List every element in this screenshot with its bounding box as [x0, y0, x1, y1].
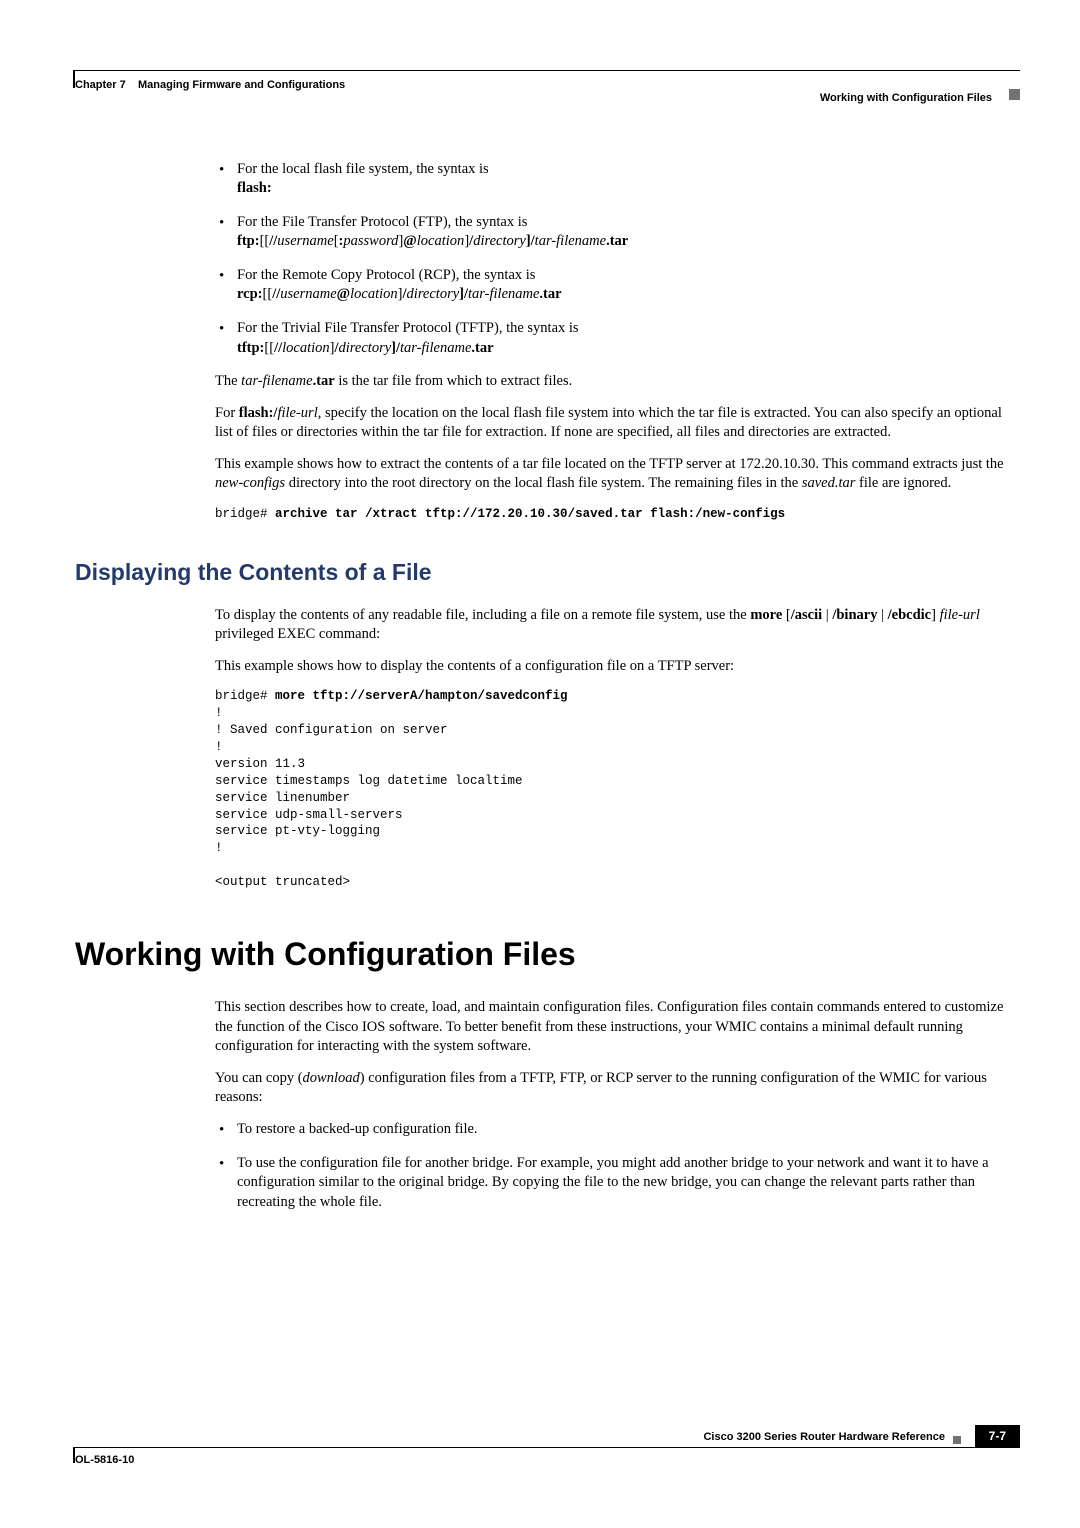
list-item: For the Trivial File Transfer Protocol (… — [215, 319, 1020, 358]
header-chapter: Chapter 7 Managing Firmware and Configur… — [75, 79, 345, 91]
footer-tick — [73, 1447, 75, 1463]
chapter-title: Managing Firmware and Configurations — [138, 79, 345, 91]
page-number: 7-7 — [975, 1425, 1020, 1447]
heading-working-config: Working with Configuration Files — [75, 933, 1020, 976]
paragraph: For flash:/file-url, specify the locatio… — [215, 404, 1020, 443]
paragraph: You can copy (download) configuration fi… — [215, 1069, 1020, 1108]
cli-example: bridge# archive tar /xtract tftp://172.2… — [215, 506, 1020, 523]
header-section: Working with Configuration Files — [820, 91, 992, 106]
paragraph: The tar-filename.tar is the tar file fro… — [215, 372, 1020, 392]
list-item: For the Remote Copy Protocol (RCP), the … — [215, 266, 1020, 305]
page-header: Chapter 7 Managing Firmware and Configur… — [75, 70, 1020, 95]
reasons-list: To restore a backed-up configuration fil… — [215, 1120, 1020, 1212]
page-footer: Cisco 3200 Series Router Hardware Refere… — [75, 1447, 1020, 1470]
footer-doc-id: OL-5816-10 — [75, 1454, 134, 1466]
cli-example: bridge# more tftp://serverA/hampton/save… — [215, 688, 1020, 891]
footer-square-icon — [953, 1436, 961, 1444]
body-content: For the local flash file system, the syn… — [215, 160, 1020, 1213]
list-item: To use the configuration file for anothe… — [215, 1154, 1020, 1213]
header-tick — [73, 70, 75, 88]
chapter-prefix: Chapter 7 — [75, 79, 126, 91]
syntax-flash: flash: — [237, 180, 272, 196]
header-square-icon — [1009, 89, 1020, 100]
footer-title: Cisco 3200 Series Router Hardware Refere… — [703, 1430, 945, 1445]
paragraph: This example shows how to display the co… — [215, 657, 1020, 677]
subheading-displaying: Displaying the Contents of a File — [75, 557, 1020, 588]
paragraph: This example shows how to extract the co… — [215, 455, 1020, 494]
paragraph: To display the contents of any readable … — [215, 606, 1020, 645]
list-item: For the local flash file system, the syn… — [215, 160, 1020, 199]
list-item: For the File Transfer Protocol (FTP), th… — [215, 213, 1020, 252]
paragraph: This section describes how to create, lo… — [215, 998, 1020, 1057]
list-item: To restore a backed-up configuration fil… — [215, 1120, 1020, 1140]
syntax-list: For the local flash file system, the syn… — [215, 160, 1020, 359]
